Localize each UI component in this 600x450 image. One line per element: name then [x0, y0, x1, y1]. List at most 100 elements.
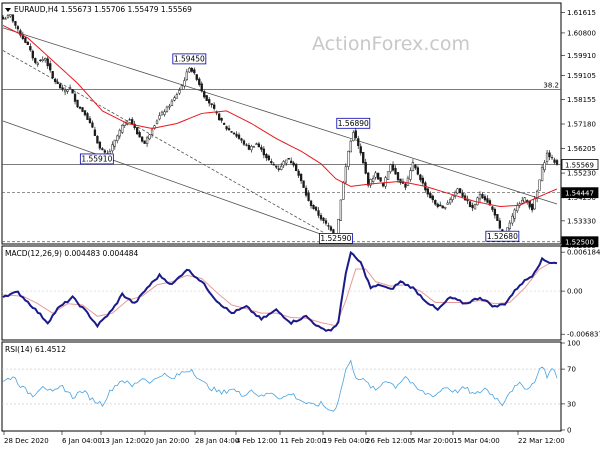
candle-body [116, 135, 119, 141]
candle-body [414, 164, 417, 169]
candle-body [486, 198, 489, 203]
candle-body [136, 127, 139, 135]
candle-body [76, 99, 79, 108]
candle-body [78, 106, 82, 109]
candle-body [314, 206, 318, 211]
candle-body [86, 113, 89, 120]
candle-body [329, 226, 333, 231]
price-label: 1.56890 [338, 119, 369, 128]
y-tick-label: 1.59105 [567, 72, 596, 80]
x-tick-label: 28 Jan 04:00 [195, 437, 239, 445]
candle-body [242, 140, 246, 145]
candle-body [230, 131, 233, 133]
candle-body [349, 140, 352, 153]
candle-body [188, 67, 191, 73]
candle-body [287, 158, 290, 160]
candle-body [426, 188, 429, 195]
fib-level-label: 38.2 [543, 82, 559, 90]
candle-body [493, 208, 497, 216]
candle-body [245, 144, 248, 146]
candle-body [262, 148, 266, 156]
candle-body [265, 154, 268, 159]
candle-body [54, 78, 57, 83]
candle-body [347, 150, 350, 167]
candle-body [131, 119, 134, 125]
candle-body [434, 200, 437, 205]
candle-body [148, 134, 151, 140]
candle-body [553, 159, 556, 163]
candle-body [362, 151, 365, 164]
candle-body [461, 192, 464, 197]
candle-body [528, 200, 531, 208]
candle-body [140, 136, 144, 142]
candle-body [118, 129, 121, 137]
candle-body [545, 152, 549, 162]
candle-body [354, 130, 357, 139]
candle-body [339, 199, 343, 221]
candle-body [367, 172, 370, 186]
candle-body [285, 159, 288, 164]
candle-body [411, 162, 415, 172]
candle-body [138, 132, 141, 138]
candle-body [476, 197, 479, 206]
candle-body [376, 172, 380, 180]
candle-body [93, 129, 97, 136]
x-tick-label: 26 Feb 12:00 [366, 437, 412, 445]
candle-body [213, 104, 216, 109]
candle-body [88, 118, 92, 123]
candle-body [297, 170, 300, 176]
candle-body [1, 16, 5, 20]
candle-body [431, 195, 434, 201]
price-label: 1.59450 [174, 54, 205, 63]
candle-body [11, 14, 15, 22]
candle-body [9, 14, 12, 17]
candle-body [449, 199, 452, 204]
candle-body [237, 134, 241, 139]
candle-body [352, 132, 355, 142]
candle-body [389, 164, 392, 172]
candle-body [523, 197, 526, 203]
candle-body [190, 68, 193, 72]
candle-body [481, 193, 484, 199]
candle-body [235, 133, 238, 137]
candle-body [81, 107, 84, 112]
candle-body [439, 204, 442, 207]
candle-body [357, 138, 360, 146]
candle-body [394, 168, 397, 175]
candle-body [260, 146, 263, 150]
candle-body [208, 99, 211, 104]
candle-body [14, 21, 17, 26]
candle-body [421, 177, 424, 184]
y-tick-label: 1.60800 [567, 29, 596, 37]
y-tick-label: 1.57180 [567, 121, 596, 129]
x-tick-label: 22 Mar 12:00 [518, 437, 565, 445]
candle-body [185, 71, 188, 80]
candle-body [384, 177, 387, 187]
candle-body [175, 94, 179, 99]
candle-body [416, 167, 420, 175]
x-tick-label: 5 Mar 20:00 [411, 437, 453, 445]
candle-body [203, 91, 206, 98]
candle-body [419, 174, 422, 181]
candle-body [471, 204, 474, 209]
candle-body [468, 201, 472, 208]
candle-body [31, 50, 34, 59]
candle-body [508, 222, 511, 229]
candle-body [29, 46, 32, 51]
candle-body [270, 161, 273, 164]
candle-body [309, 200, 313, 207]
candle-body [183, 80, 186, 87]
candle-body [73, 93, 77, 102]
candle-body [143, 140, 146, 144]
candle-body [550, 157, 554, 159]
candle-body [247, 145, 251, 150]
y-tick-label: 1.61615 [567, 9, 596, 17]
candle-body [222, 123, 226, 125]
candle-body [307, 193, 310, 201]
price-axis-badge-label: 1.54447 [565, 189, 594, 197]
y-tick-label: 1.56205 [567, 145, 596, 153]
candle-body [275, 165, 278, 168]
candle-body [173, 97, 176, 101]
candle-body [34, 58, 37, 63]
candle-body [96, 135, 99, 144]
